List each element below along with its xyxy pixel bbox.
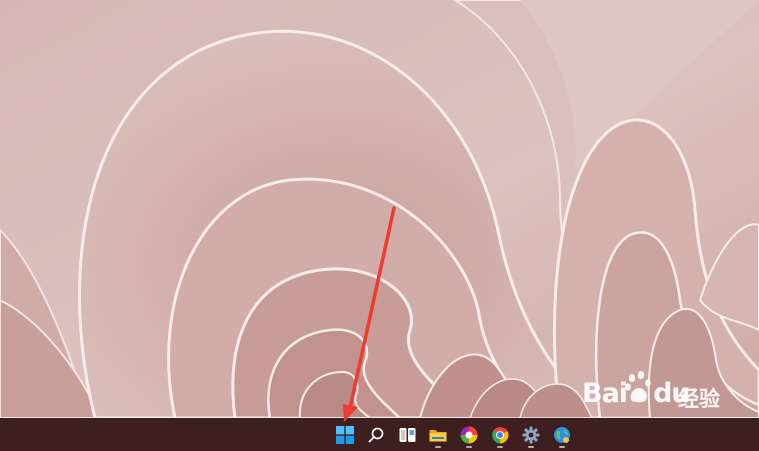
running-indicator [435, 446, 441, 448]
file-explorer-button[interactable] [424, 422, 452, 448]
globe-app-button[interactable] [548, 422, 576, 448]
globe-icon [554, 427, 570, 443]
task-view-button[interactable] [393, 422, 421, 448]
running-indicator [528, 446, 534, 448]
folder-icon [429, 430, 447, 442]
running-indicator [497, 446, 503, 448]
taskbar [0, 418, 759, 451]
color-wheel-icon [460, 426, 478, 444]
color-app-button[interactable] [455, 422, 483, 448]
running-indicator [466, 446, 472, 448]
start-button[interactable] [331, 422, 359, 448]
running-indicator [559, 446, 565, 448]
chrome-button[interactable] [486, 422, 514, 448]
task-view-icon [399, 428, 415, 442]
windows-logo-icon [336, 426, 354, 444]
desktop-wallpaper [0, 0, 759, 418]
desktop-screen: Baidu 经验 jingyan.baidu.com [0, 0, 759, 451]
gear-icon [522, 426, 540, 444]
search-button[interactable] [362, 422, 390, 448]
settings-button[interactable] [517, 422, 545, 448]
search-icon [368, 427, 384, 443]
chrome-icon [492, 427, 509, 444]
